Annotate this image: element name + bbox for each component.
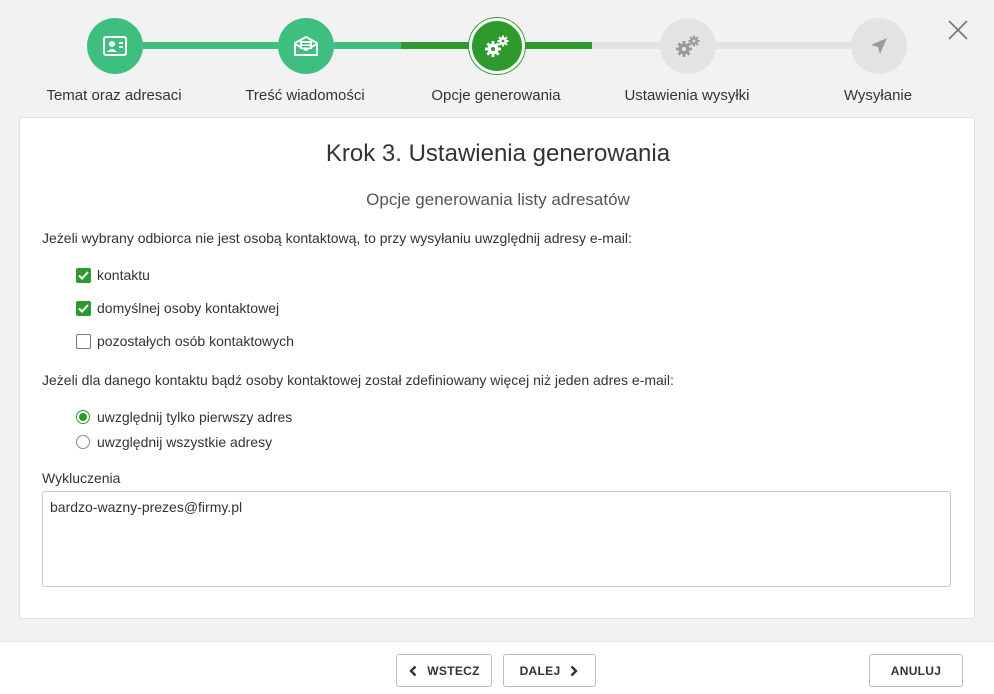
wizard-footer: WSTECZ DALEJ ANULUJ [0, 641, 994, 694]
next-button-label: DALEJ [519, 663, 561, 678]
step-1-label: Temat oraz adresaci [46, 87, 182, 104]
back-button[interactable]: WSTECZ [396, 654, 492, 687]
step-5-circle[interactable] [851, 18, 907, 74]
radio-label: uwzględnij tylko pierwszy adres [97, 409, 293, 425]
step-4-label: Ustawienia wysyłki [624, 87, 750, 104]
progress-track-pending-1 [592, 42, 660, 49]
step-2-circle[interactable] [278, 18, 334, 74]
checkbox-checked-icon[interactable] [76, 267, 91, 283]
chevron-left-icon [409, 665, 417, 676]
options-panel: Krok 3. Ustawienia generowania Opcje gen… [19, 117, 975, 619]
multiple-addresses-question: Jeżeli dla danego kontaktu bądź osoby ko… [42, 372, 674, 388]
step-1-circle[interactable] [87, 18, 143, 74]
close-button[interactable] [946, 18, 970, 42]
step-4-circle[interactable] [660, 18, 716, 74]
progress-track-pending-2 [716, 42, 851, 49]
close-icon [948, 20, 968, 40]
chevron-right-icon [571, 665, 579, 676]
gears-icon [485, 35, 509, 57]
cancel-button-label: ANULUJ [890, 663, 942, 678]
gears-icon [676, 35, 700, 57]
progress-track-active-2 [524, 42, 592, 49]
page-title: Krok 3. Ustawienia generowania [325, 140, 671, 167]
checkbox-label: pozostałych osób kontaktowych [97, 333, 294, 349]
envelope-icon [294, 36, 318, 56]
checkbox-contact[interactable]: kontaktu [76, 266, 150, 284]
checkbox-label: kontaktu [97, 267, 150, 283]
section-subtitle: Opcje generowania listy adresatów [366, 190, 630, 209]
cancel-button[interactable]: ANULUJ [869, 654, 963, 687]
radio-all-addresses[interactable]: uwzględnij wszystkie adresy [76, 433, 272, 451]
radio-first-address-only[interactable]: uwzględnij tylko pierwszy adres [76, 408, 292, 426]
radio-label: uwzględnij wszystkie adresy [97, 434, 273, 450]
checkbox-other-contact-persons[interactable]: pozostałych osób kontaktowych [76, 332, 294, 350]
exclusions-textarea[interactable]: bardzo-wazny-prezes@firmy.pl [42, 491, 951, 587]
next-button[interactable]: DALEJ [503, 654, 596, 687]
step-5-label: Wysyłanie [843, 87, 913, 104]
radio-unselected-icon[interactable] [76, 435, 90, 449]
exclusions-label: Wykluczenia [42, 470, 121, 486]
contact-card-icon [103, 36, 127, 56]
wizard-header: Temat oraz adresaci Treść wiadomości Opc… [0, 0, 994, 118]
checkbox-label: domyślnej osoby kontaktowej [97, 300, 280, 316]
radio-selected-icon[interactable] [76, 410, 90, 424]
recipient-addresses-question: Jeżeli wybrany odbiorca nie jest osobą k… [42, 230, 632, 246]
progress-track-done-2 [334, 42, 401, 49]
step-3-label: Opcje generowania [431, 87, 561, 104]
step-3-circle[interactable] [469, 18, 525, 74]
checkbox-default-contact-person[interactable]: domyślnej osoby kontaktowej [76, 299, 279, 317]
step-2-label: Treść wiadomości [245, 87, 365, 104]
paper-plane-icon [871, 38, 887, 54]
progress-track-active-1 [401, 42, 470, 49]
checkbox-checked-icon[interactable] [76, 300, 91, 316]
checkbox-unchecked-icon[interactable] [76, 333, 91, 349]
progress-track-done-1 [143, 42, 278, 49]
back-button-label: WSTECZ [427, 663, 480, 678]
